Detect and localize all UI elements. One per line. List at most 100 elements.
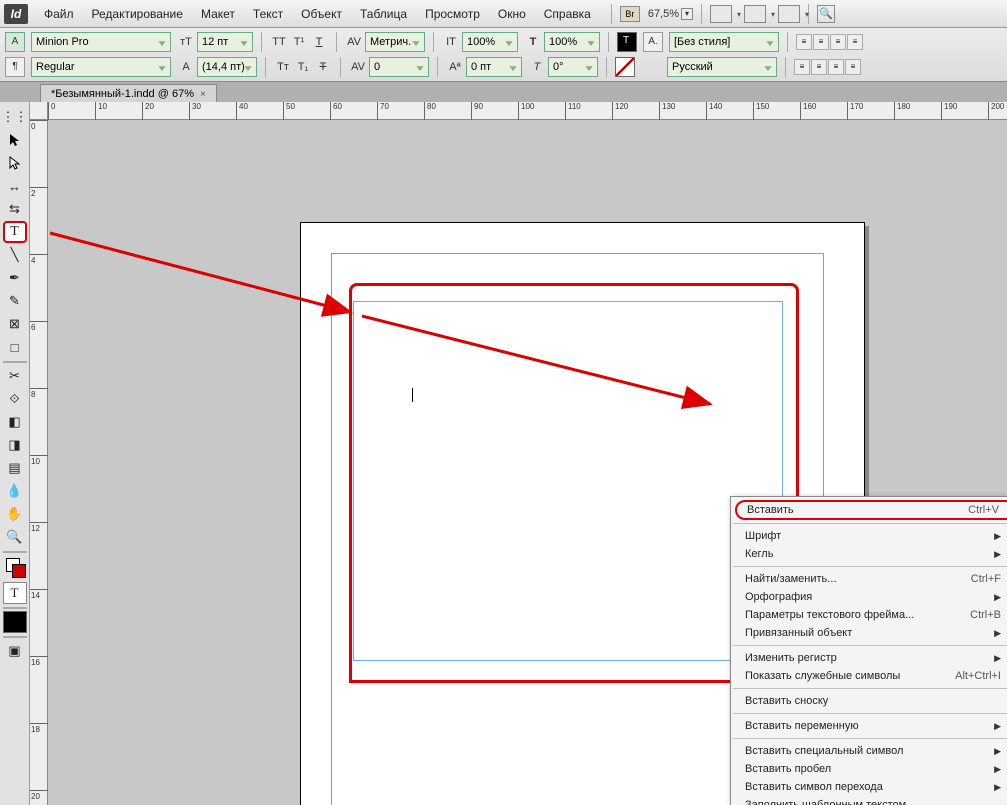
menu-edit[interactable]: Редактирование [84, 3, 191, 25]
align-justify-button[interactable]: ≡ [847, 34, 863, 50]
menu-file[interactable]: Файл [36, 3, 82, 25]
view-mode-button[interactable]: ▣ [3, 640, 27, 662]
justify-last-left-button[interactable]: ≡ [794, 59, 810, 75]
cm-fill-placeholder[interactable]: Заполнить шаблонным текстом [731, 796, 1007, 805]
rectangle-tool[interactable]: □ [3, 336, 27, 358]
vertical-ruler[interactable]: 02468101214161820 [30, 120, 48, 805]
skew-select[interactable]: 0° [548, 57, 598, 77]
horizontal-ruler[interactable]: 0102030405060708090100110120130140150160… [48, 102, 1007, 120]
stroke-swatch[interactable] [615, 57, 635, 77]
vscale-select[interactable]: 100% [462, 32, 518, 52]
pencil-tool[interactable]: ✎ [3, 290, 27, 312]
cm-frame-opts[interactable]: Параметры текстового фрейма...Ctrl+B [731, 606, 1007, 624]
type-tool[interactable]: T [3, 221, 27, 243]
cm-size[interactable]: Кегль▶ [731, 545, 1007, 563]
allcaps-icon[interactable]: TT [270, 33, 288, 51]
cm-show-hidden[interactable]: Показать служебные символыAlt+Ctrl+I [731, 667, 1007, 685]
gradient-swatch-tool[interactable]: ◧ [3, 411, 27, 433]
paragraph-mode-button[interactable]: ¶ [5, 57, 25, 77]
search-icon[interactable]: 🔍 [817, 5, 835, 23]
justify-buttons: ≡ ≡ ≡ ≡ [794, 59, 861, 75]
cm-find[interactable]: Найти/заменить...Ctrl+F [731, 570, 1007, 588]
apply-text-color[interactable]: T [3, 582, 27, 604]
cm-font-label: Шрифт [745, 530, 781, 542]
align-left-button[interactable]: ≡ [796, 34, 812, 50]
menu-object[interactable]: Объект [293, 3, 350, 25]
cm-insert-special[interactable]: Вставить специальный символ▶ [731, 742, 1007, 760]
chevron-right-icon: ▶ [994, 549, 1001, 560]
cm-insert-space-label: Вставить пробел [745, 763, 831, 775]
menu-window[interactable]: Окно [490, 3, 534, 25]
cm-font[interactable]: Шрифт▶ [731, 527, 1007, 545]
cm-change-case[interactable]: Изменить регистр▶ [731, 649, 1007, 667]
menu-view[interactable]: Просмотр [417, 3, 488, 25]
fill-swatch[interactable]: T [617, 32, 637, 52]
separator [3, 551, 27, 553]
note-tool[interactable]: ▤ [3, 457, 27, 479]
kerning-select[interactable]: Метрич. [365, 32, 425, 52]
cm-insert-var[interactable]: Вставить переменную▶ [731, 717, 1007, 735]
justify-last-right-button[interactable]: ≡ [828, 59, 844, 75]
smallcaps-icon[interactable]: Tᴛ [274, 58, 292, 76]
leading-select[interactable]: (14,4 пт) [197, 57, 257, 77]
zoom-tool[interactable]: 🔍 [3, 526, 27, 548]
page-tool[interactable]: ↔ [3, 175, 27, 197]
selection-tool[interactable] [3, 129, 27, 151]
gradient-feather-tool[interactable]: ◨ [3, 434, 27, 456]
subscript-icon[interactable]: T₁ [294, 58, 312, 76]
cm-paste[interactable]: Вставить Ctrl+V [735, 500, 1007, 520]
ruler-tick: 150 [753, 102, 769, 120]
grip-icon[interactable]: ⋮⋮ [3, 106, 27, 128]
menu-text[interactable]: Текст [245, 3, 291, 25]
cm-spelling[interactable]: Орфография▶ [731, 588, 1007, 606]
menu-layout[interactable]: Макет [193, 3, 243, 25]
language-select[interactable]: Русский [667, 57, 777, 77]
close-icon[interactable]: × [200, 89, 206, 100]
canvas[interactable]: 0102030405060708090100110120130140150160… [30, 102, 1007, 805]
gap-tool[interactable]: ⇆ [3, 198, 27, 220]
free-transform-tool[interactable]: ⟐ [3, 388, 27, 410]
align-right-button[interactable]: ≡ [830, 34, 846, 50]
tracking-select[interactable]: 0 [369, 57, 429, 77]
ruler-origin[interactable] [30, 102, 48, 120]
ruler-tick: 30 [189, 102, 201, 120]
screen-mode-button[interactable] [710, 5, 732, 23]
bridge-button[interactable]: Br [620, 6, 640, 22]
menu-table[interactable]: Таблица [352, 3, 415, 25]
direct-selection-tool[interactable] [3, 152, 27, 174]
fill-stroke-swatches[interactable] [3, 555, 27, 581]
color-apply-button[interactable] [3, 611, 27, 633]
workspace-button[interactable] [778, 5, 800, 23]
hscale-select[interactable]: 100% [544, 32, 600, 52]
cm-anchored[interactable]: Привязанный объект▶ [731, 624, 1007, 642]
font-size-select[interactable]: 12 пт [197, 32, 253, 52]
justify-all-button[interactable]: ≡ [845, 59, 861, 75]
hand-tool[interactable]: ✋ [3, 503, 27, 525]
cm-insert-break[interactable]: Вставить символ перехода▶ [731, 778, 1007, 796]
cm-insert-footnote[interactable]: Вставить сноску [731, 692, 1007, 710]
strikethrough-icon[interactable]: T [314, 58, 332, 76]
chevron-down-icon[interactable]: ▾ [681, 8, 693, 20]
menu-help[interactable]: Справка [536, 3, 599, 25]
char-style-select[interactable]: [Без стиля] [669, 32, 779, 52]
eyedropper-tool[interactable]: 💧 [3, 480, 27, 502]
chevron-right-icon: ▶ [994, 782, 1001, 793]
superscript-icon[interactable]: T¹ [290, 33, 308, 51]
justify-last-center-button[interactable]: ≡ [811, 59, 827, 75]
align-center-button[interactable]: ≡ [813, 34, 829, 50]
font-style-select[interactable]: Regular [31, 57, 171, 77]
zoom-level[interactable]: 67,5%▾ [648, 8, 693, 20]
scissors-tool[interactable]: ✂ [3, 365, 27, 387]
font-family-select[interactable]: Minion Pro [31, 32, 171, 52]
arrange-docs-button[interactable] [744, 5, 766, 23]
line-tool[interactable]: ╲ [3, 244, 27, 266]
cm-insert-space[interactable]: Вставить пробел▶ [731, 760, 1007, 778]
rectangle-frame-tool[interactable]: ⊠ [3, 313, 27, 335]
underline-icon[interactable]: T [310, 33, 328, 51]
document-tab[interactable]: *Безымянный-1.indd @ 67% × [40, 84, 217, 103]
separator [733, 523, 1007, 524]
pen-tool[interactable]: ✒ [3, 267, 27, 289]
baseline-select[interactable]: 0 пт [466, 57, 522, 77]
character-mode-button[interactable]: A [5, 32, 25, 52]
text-frame[interactable] [353, 301, 783, 661]
